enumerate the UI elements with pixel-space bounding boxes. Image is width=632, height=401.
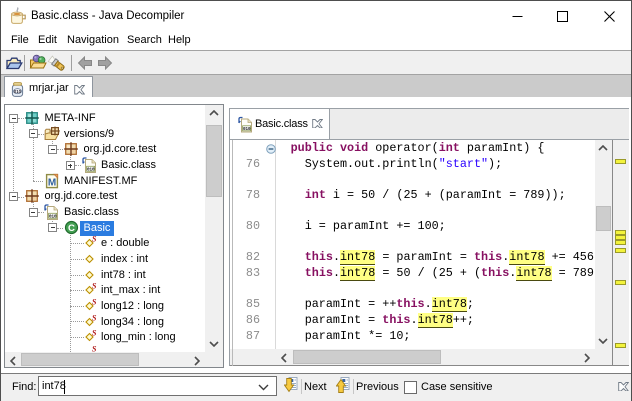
svg-text:010: 010 (49, 213, 57, 219)
svg-text:010: 010 (87, 166, 95, 172)
svg-text:C: C (68, 223, 75, 234)
svg-text:S: S (92, 235, 97, 244)
svg-text:010: 010 (14, 88, 22, 93)
svg-text:M: M (48, 178, 56, 189)
svg-text:010: 010 (243, 126, 251, 132)
svg-text:S: S (92, 329, 97, 338)
svg-text:S: S (92, 298, 97, 307)
svg-text:S: S (92, 314, 97, 323)
svg-text:S: S (92, 282, 97, 291)
